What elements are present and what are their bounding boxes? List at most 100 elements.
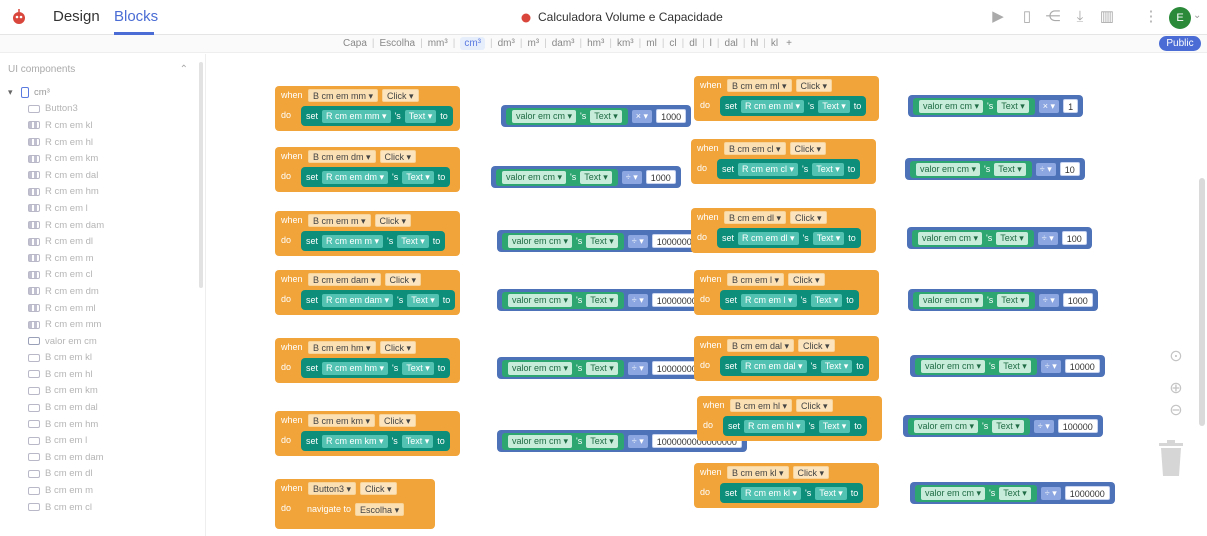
source-component-dropdown[interactable]: valor em cm ▾ — [921, 359, 986, 373]
screen-tab[interactable]: dl — [689, 38, 697, 49]
screen-tab[interactable]: cm³ — [460, 37, 485, 50]
property-dropdown[interactable]: Text ▾ — [996, 231, 1028, 245]
property-dropdown[interactable]: Text ▾ — [818, 99, 850, 113]
tree-item[interactable]: R cm em ml — [8, 300, 104, 317]
number-field[interactable]: 10000 — [1064, 359, 1100, 373]
get-property-block[interactable]: valor em cm ▾'s Text ▾ — [502, 432, 624, 450]
operator-dropdown[interactable]: ÷ ▾ — [1040, 359, 1061, 373]
source-component-dropdown[interactable]: valor em cm ▾ — [914, 419, 979, 433]
component-dropdown[interactable]: B cm em hl ▾ — [730, 399, 793, 412]
math-block[interactable]: valor em cm ▾'s Text ▾ ÷ ▾ 1000 — [491, 166, 681, 188]
component-dropdown[interactable]: B cm em km ▾ — [308, 414, 376, 427]
add-screen-button[interactable]: + — [786, 38, 792, 49]
screen-tab[interactable]: m³ — [527, 38, 539, 49]
tree-item[interactable]: Button3 — [8, 101, 104, 118]
set-property-block[interactable]: set R cm em dl ▾'s Text ▾ to — [717, 228, 861, 248]
screen-tab[interactable]: hm³ — [587, 38, 604, 49]
property-dropdown[interactable]: Text ▾ — [997, 99, 1029, 113]
operator-dropdown[interactable]: ÷ ▾ — [1033, 419, 1054, 433]
event-dropdown[interactable]: Click ▾ — [789, 142, 827, 155]
property-dropdown[interactable]: Text ▾ — [997, 293, 1029, 307]
component-dropdown[interactable]: B cm em dam ▾ — [308, 273, 381, 286]
operator-dropdown[interactable]: × ▾ — [1038, 99, 1060, 113]
math-block[interactable]: valor em cm ▾'s Text ▾ ÷ ▾ 1000000 — [497, 230, 702, 252]
property-dropdown[interactable]: Text ▾ — [586, 434, 618, 448]
component-dropdown[interactable]: Button3 ▾ — [308, 482, 357, 495]
set-property-block[interactable]: set R cm em cl ▾'s Text ▾ to — [717, 159, 861, 179]
workspace-scrollbar[interactable] — [1199, 178, 1205, 426]
user-avatar[interactable]: E — [1169, 7, 1191, 29]
source-component-dropdown[interactable]: valor em cm ▾ — [512, 109, 577, 123]
get-property-block[interactable]: valor em cm ▾'s Text ▾ — [915, 357, 1037, 375]
component-dropdown[interactable]: B cm em dm ▾ — [308, 150, 376, 163]
tree-item[interactable]: R cm em dam — [8, 217, 104, 234]
math-block[interactable]: valor em cm ▾'s Text ▾ × ▾ 1000 — [501, 105, 692, 127]
operator-dropdown[interactable]: ÷ ▾ — [1035, 162, 1056, 176]
set-property-block[interactable]: set R cm em mm ▾'s Text ▾ to — [301, 106, 453, 126]
operator-dropdown[interactable]: ÷ ▾ — [1038, 293, 1059, 307]
tree-item[interactable]: R cm em hm — [8, 184, 104, 201]
source-component-dropdown[interactable]: valor em cm ▾ — [919, 99, 984, 113]
tree-item[interactable]: B cm em dal — [8, 399, 104, 416]
property-dropdown[interactable]: Text ▾ — [401, 434, 434, 448]
get-property-block[interactable]: valor em cm ▾'s Text ▾ — [910, 160, 1032, 178]
get-property-block[interactable]: valor em cm ▾'s Text ▾ — [915, 484, 1037, 502]
target-component-dropdown[interactable]: R cm em ml ▾ — [741, 99, 805, 113]
set-property-block[interactable]: set R cm em dm ▾'s Text ▾ to — [301, 167, 451, 187]
tree-item[interactable]: B cm em cl — [8, 499, 104, 516]
tree-item[interactable]: R cm em dal — [8, 167, 104, 184]
target-component-dropdown[interactable]: R cm em dl ▾ — [738, 231, 799, 245]
set-property-block[interactable]: set R cm em hl ▾'s Text ▾ to — [723, 416, 867, 436]
get-property-block[interactable]: valor em cm ▾'s Text ▾ — [912, 229, 1034, 247]
navigate-block[interactable]: navigate to Escolha ▾ — [302, 498, 410, 520]
screen-tab[interactable]: cl — [669, 38, 676, 49]
property-dropdown[interactable]: Text ▾ — [999, 359, 1031, 373]
property-dropdown[interactable]: Text ▾ — [992, 419, 1024, 433]
tree-item[interactable]: B cm em dam — [8, 449, 104, 466]
number-field[interactable]: 10 — [1059, 162, 1080, 176]
target-component-dropdown[interactable]: R cm em hl ▾ — [744, 419, 805, 433]
source-component-dropdown[interactable]: valor em cm ▾ — [502, 170, 567, 184]
event-dropdown[interactable]: Click ▾ — [374, 214, 412, 227]
tree-item[interactable]: R cm em mm — [8, 316, 104, 333]
event-dropdown[interactable]: Click ▾ — [788, 273, 825, 286]
event-dropdown[interactable]: Click ▾ — [379, 414, 416, 427]
target-component-dropdown[interactable]: R cm em hm ▾ — [322, 361, 389, 375]
operator-dropdown[interactable]: ÷ ▾ — [627, 434, 648, 448]
property-dropdown[interactable]: Text ▾ — [586, 361, 618, 375]
math-block[interactable]: valor em cm ▾'s Text ▾ × ▾ 1 — [908, 95, 1084, 117]
target-component-dropdown[interactable]: R cm em dm ▾ — [322, 170, 389, 184]
target-component-dropdown[interactable]: R cm em kl ▾ — [741, 486, 802, 500]
recenter-icon[interactable]: ⊙ — [1166, 346, 1186, 366]
number-field[interactable]: 100000 — [1057, 419, 1098, 433]
screen-tab[interactable]: dm³ — [498, 38, 515, 49]
device-icon[interactable]: ▯ — [1019, 9, 1035, 25]
property-dropdown[interactable]: Text ▾ — [999, 486, 1031, 500]
get-property-block[interactable]: valor em cm ▾'s Text ▾ — [502, 359, 624, 377]
property-dropdown[interactable]: Text ▾ — [586, 293, 618, 307]
property-dropdown[interactable]: Text ▾ — [820, 359, 853, 373]
tree-item[interactable]: B cm em l — [8, 432, 104, 449]
number-field[interactable]: 1000000 — [1064, 486, 1110, 500]
tree-item[interactable]: valor em cm — [8, 333, 104, 350]
get-property-block[interactable]: valor em cm ▾'s Text ▾ — [502, 232, 624, 250]
math-block[interactable]: valor em cm ▾'s Text ▾ ÷ ▾ 1000 — [908, 289, 1098, 311]
tree-item[interactable]: R cm em dl — [8, 233, 104, 250]
property-dropdown[interactable]: Text ▾ — [402, 361, 434, 375]
tree-item[interactable]: B cm em hm — [8, 416, 104, 433]
event-dropdown[interactable]: Click ▾ — [796, 399, 833, 412]
share-icon[interactable]: ⋲ — [1045, 9, 1061, 25]
property-dropdown[interactable]: Text ▾ — [815, 486, 847, 500]
sidebar-scrollbar[interactable] — [199, 62, 203, 288]
tree-item[interactable]: R cm em m — [8, 250, 104, 267]
component-dropdown[interactable]: B cm em mm ▾ — [308, 89, 379, 102]
get-property-block[interactable]: valor em cm ▾'s Text ▾ — [913, 97, 1035, 115]
get-property-block[interactable]: valor em cm ▾'s Text ▾ — [506, 107, 628, 125]
math-block[interactable]: valor em cm ▾'s Text ▾ ÷ ▾ 10 — [905, 158, 1085, 180]
screen-tab[interactable]: Escolha — [380, 38, 416, 49]
math-block[interactable]: valor em cm ▾'s Text ▾ ÷ ▾ 1000000 — [910, 482, 1115, 504]
collapse-icon[interactable]: ⌃ — [180, 64, 188, 75]
tree-item[interactable]: B cm em hl — [8, 366, 104, 383]
expand-icon[interactable]: ▾ — [8, 87, 16, 98]
tree-item[interactable]: R cm em km — [8, 150, 104, 167]
